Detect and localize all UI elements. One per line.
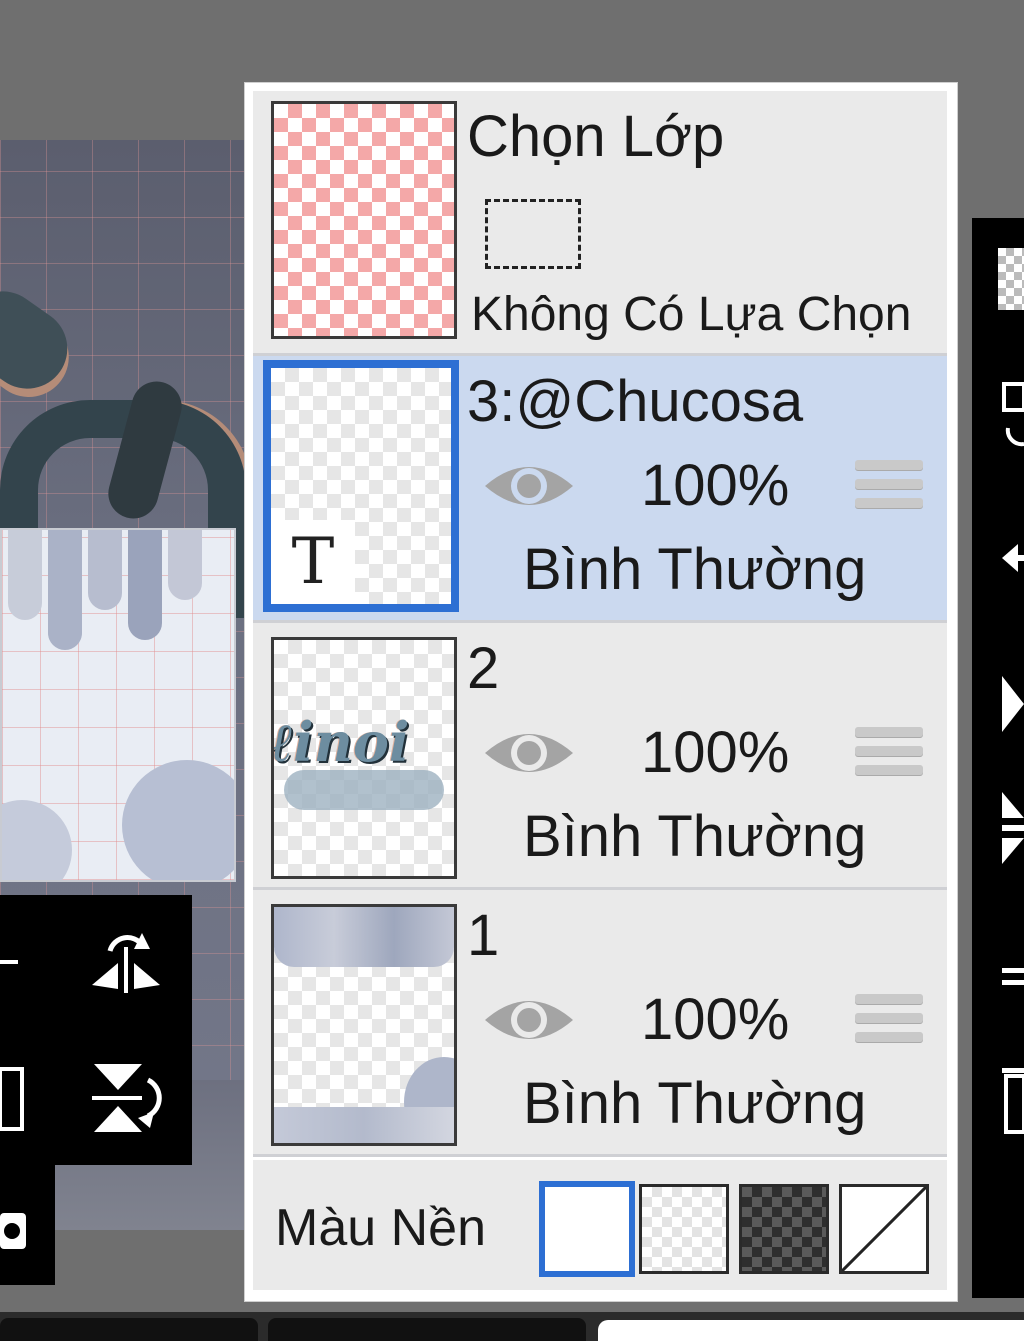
rotate-icon[interactable] bbox=[1002, 378, 1024, 454]
layer-opacity[interactable]: 100% bbox=[641, 452, 789, 519]
selection-layer-title: Chọn Lớp bbox=[467, 104, 725, 169]
layer-thumbnail[interactable] bbox=[271, 904, 457, 1146]
canvas-preview bbox=[0, 528, 236, 882]
drag-handle-icon[interactable] bbox=[855, 727, 923, 783]
artwork-lettering bbox=[284, 770, 444, 810]
bg-swatch-light-checker[interactable] bbox=[639, 1184, 729, 1274]
artwork-lettering: ℓinoi bbox=[271, 710, 410, 774]
selection-status: Không Có Lựa Chọn bbox=[471, 288, 912, 341]
camera-icon[interactable] bbox=[0, 1205, 28, 1253]
selection-marquee-icon bbox=[485, 199, 581, 269]
arrow-left-icon[interactable] bbox=[1002, 538, 1024, 578]
layer-row-3[interactable]: T 3:@Chucosa 100% Bình Thường bbox=[253, 356, 947, 623]
menu-lines-icon[interactable] bbox=[1002, 948, 1024, 1008]
bottom-tab[interactable] bbox=[268, 1318, 586, 1341]
layer-row-1[interactable]: 1 100% Bình Thường bbox=[253, 890, 947, 1157]
layer-name: 3:@Chucosa bbox=[467, 369, 804, 434]
bottom-bar bbox=[0, 1312, 1024, 1341]
selection-layer-row[interactable]: Chọn Lớp Không Có Lựa Chọn bbox=[253, 91, 947, 356]
layers-panel: Chọn Lớp Không Có Lựa Chọn T 3:@Chucosa … bbox=[245, 83, 957, 1301]
blend-mode[interactable]: Bình Thường bbox=[523, 536, 866, 603]
background-color-label: Màu Nền bbox=[275, 1199, 486, 1257]
drag-handle-icon[interactable] bbox=[855, 994, 923, 1050]
trash-icon[interactable] bbox=[1002, 1058, 1024, 1138]
blend-mode[interactable]: Bình Thường bbox=[523, 1070, 866, 1137]
merge-icon[interactable] bbox=[1002, 788, 1024, 868]
minus-icon[interactable] bbox=[0, 950, 24, 974]
artwork-drip bbox=[168, 530, 202, 600]
artwork-drip bbox=[128, 530, 162, 640]
play-icon[interactable] bbox=[1002, 658, 1024, 738]
artwork-drips bbox=[274, 1107, 454, 1143]
background-color-row: Màu Nền bbox=[253, 1160, 947, 1290]
visibility-eye-icon[interactable] bbox=[483, 990, 575, 1050]
bg-swatch-transparent[interactable] bbox=[839, 1184, 929, 1274]
visibility-eye-icon[interactable] bbox=[483, 456, 575, 516]
bottom-tab[interactable] bbox=[0, 1318, 258, 1341]
flip-horizontal-icon[interactable] bbox=[88, 925, 164, 995]
transparency-icon[interactable] bbox=[998, 248, 1024, 310]
bg-swatch-white[interactable] bbox=[539, 1181, 635, 1277]
layer-row-2[interactable]: ℓinoi 2 100% Bình Thường bbox=[253, 623, 947, 890]
selection-thumbnail bbox=[271, 101, 457, 339]
text-layer-icon: T bbox=[271, 520, 355, 604]
artwork-drips bbox=[274, 907, 454, 967]
artwork-drip bbox=[8, 530, 42, 620]
bg-swatch-dark-checker[interactable] bbox=[739, 1184, 829, 1274]
right-toolbar bbox=[972, 218, 1024, 1298]
flip-vertical-icon[interactable] bbox=[88, 1060, 164, 1136]
camera-toolbar bbox=[0, 1165, 55, 1285]
layer-name: 2 bbox=[467, 636, 500, 701]
drag-handle-icon[interactable] bbox=[855, 460, 923, 516]
transform-toolbar bbox=[0, 895, 192, 1165]
bottom-tab[interactable] bbox=[598, 1320, 1024, 1341]
blend-mode[interactable]: Bình Thường bbox=[523, 803, 866, 870]
layer-opacity[interactable]: 100% bbox=[641, 986, 789, 1053]
artwork-drip bbox=[88, 530, 122, 610]
layer-thumbnail[interactable]: ℓinoi bbox=[271, 637, 457, 879]
layer-name: 1 bbox=[467, 903, 500, 968]
layer-thumbnail[interactable]: T bbox=[263, 360, 459, 612]
layer-copy-icon[interactable] bbox=[0, 1065, 26, 1135]
visibility-eye-icon[interactable] bbox=[483, 723, 575, 783]
artwork-drip bbox=[48, 530, 82, 650]
layer-opacity[interactable]: 100% bbox=[641, 719, 789, 786]
